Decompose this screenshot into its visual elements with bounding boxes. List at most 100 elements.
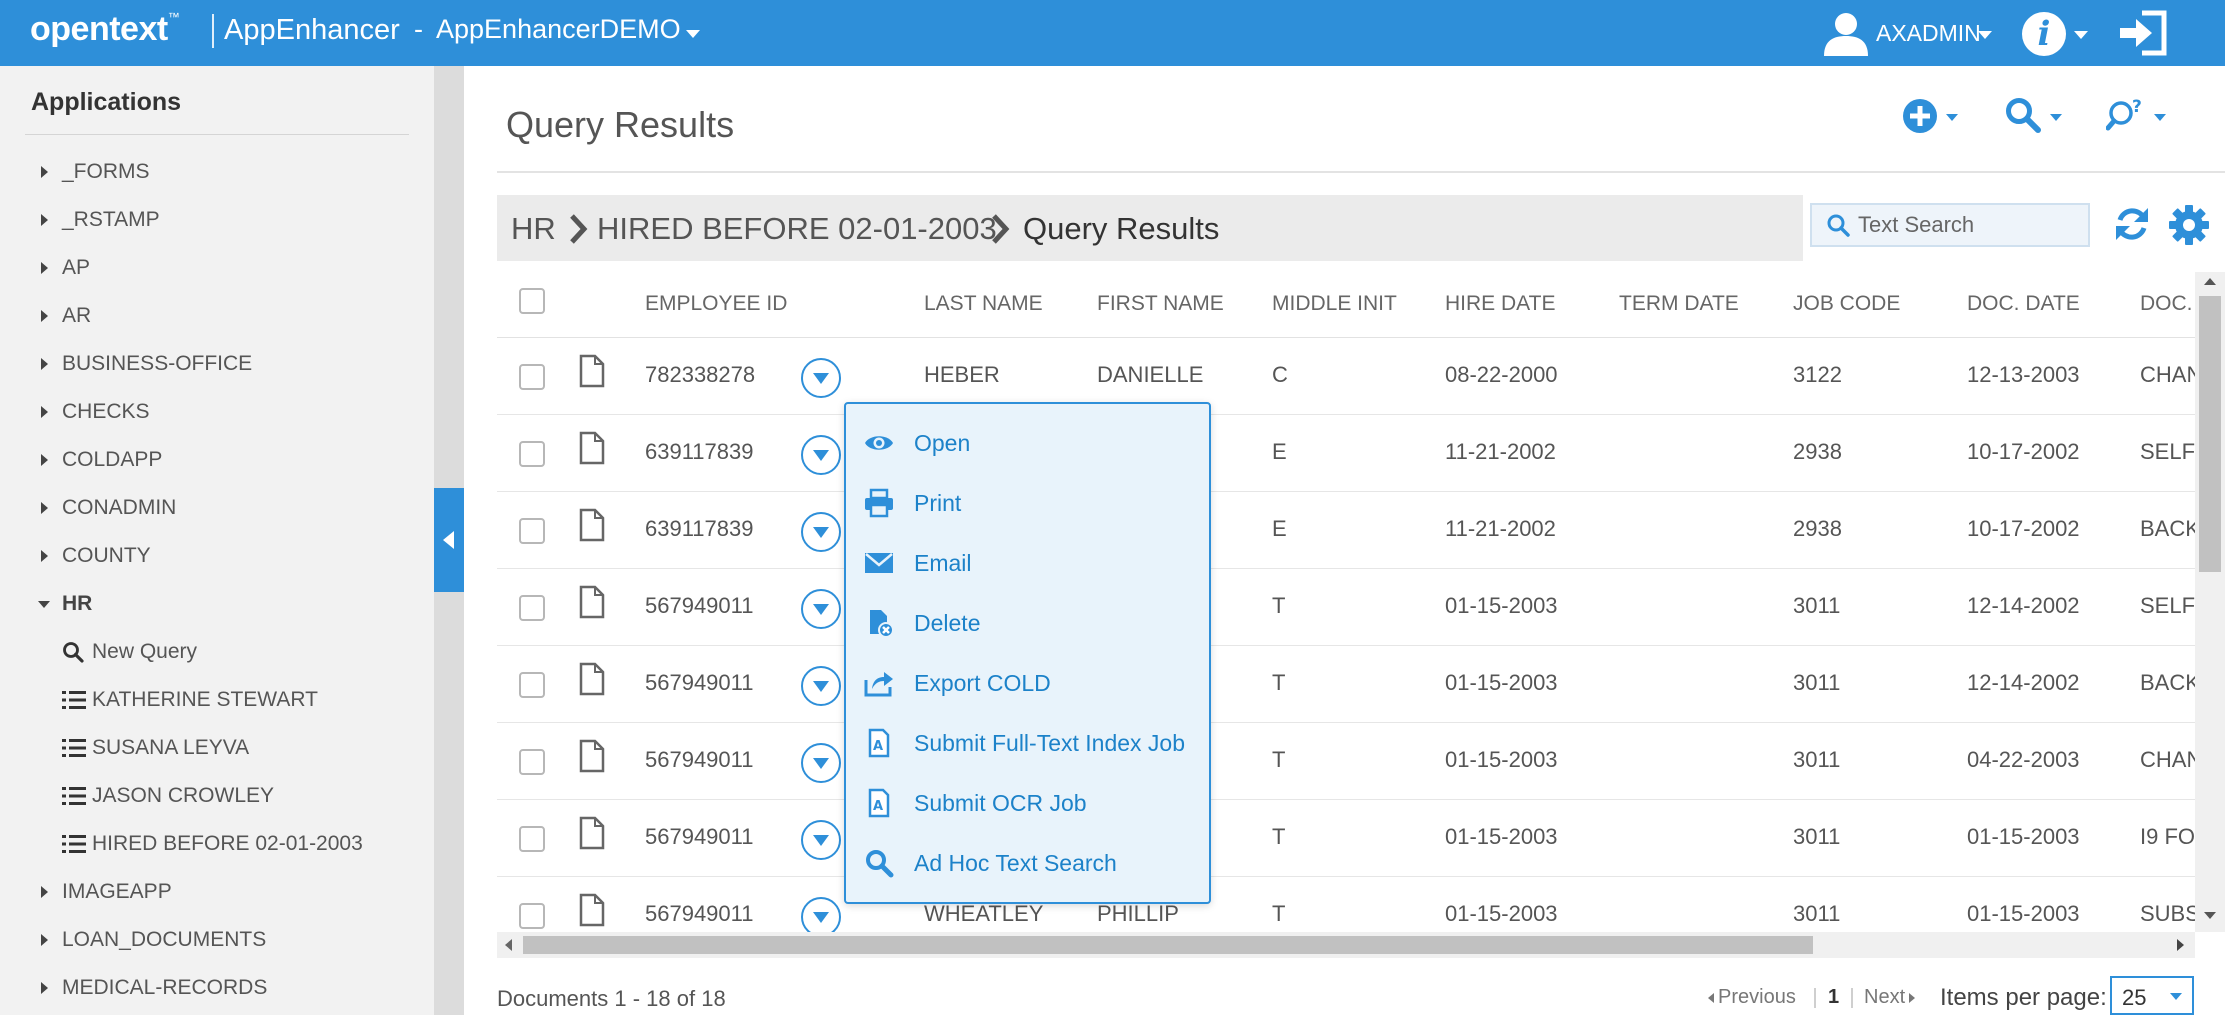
row-checkbox[interactable] (519, 826, 545, 852)
sidebar-item-jason-crowley[interactable]: JASON CROWLEY (0, 778, 420, 814)
document-icon[interactable] (579, 508, 605, 542)
column-header-hire-date[interactable]: HIRE DATE (1445, 292, 1555, 316)
collapse-sidebar-button[interactable] (434, 488, 464, 592)
sidebar-item-imageapp[interactable]: IMAGEAPP (0, 874, 420, 910)
column-header-middle-init[interactable]: MIDDLE INIT (1272, 292, 1397, 316)
sidebar-item-loan-documents[interactable]: LOAN_DOCUMENTS (0, 922, 420, 958)
caret-right-icon[interactable] (41, 550, 48, 562)
column-header-job-code[interactable]: JOB CODE (1793, 292, 1900, 316)
column-header-last-name[interactable]: LAST NAME (924, 292, 1043, 316)
document-icon[interactable] (579, 431, 605, 465)
sidebar-item-ar[interactable]: AR (0, 298, 420, 334)
info-icon[interactable]: i (2022, 12, 2066, 56)
table-row[interactable]: 567949011 T 01-15-2003 3011 12-14-2002 S… (497, 569, 2195, 646)
caret-right-icon[interactable] (41, 406, 48, 418)
user-icon[interactable] (1822, 10, 1870, 56)
sidebar-item-ap[interactable]: AP (0, 250, 420, 286)
row-actions-button[interactable] (801, 435, 841, 475)
app-instance-selector[interactable]: AppEnhancerDEMO (436, 14, 681, 45)
text-search-field[interactable] (1810, 203, 2090, 247)
scroll-left-icon[interactable] (505, 939, 512, 951)
menu-item-email[interactable]: Email (846, 536, 1209, 592)
sidebar-item-rstamp[interactable]: _RSTAMP (0, 202, 420, 238)
caret-right-icon[interactable] (41, 214, 48, 226)
row-checkbox[interactable] (519, 903, 545, 929)
row-checkbox[interactable] (519, 672, 545, 698)
select-all-checkbox[interactable] (519, 288, 545, 314)
menu-item-ad-hoc-text-search[interactable]: Ad Hoc Text Search (846, 836, 1209, 892)
table-row[interactable]: 567949011 T 01-15-2003 3011 01-15-2003 I… (497, 800, 2195, 877)
menu-item-print[interactable]: Print (846, 476, 1209, 532)
menu-item-ocr-job[interactable]: A Submit OCR Job (846, 776, 1209, 832)
sidebar-item-forms[interactable]: _FORMS (0, 154, 420, 190)
column-header-employee-id[interactable]: EMPLOYEE ID (645, 292, 787, 316)
table-row[interactable]: 567949011 WHEATLEY PHILLIP T 01-15-2003 … (497, 877, 2195, 932)
chevron-down-icon[interactable] (686, 30, 700, 38)
previous-page-link[interactable]: Previous (1708, 986, 1796, 1009)
table-row[interactable]: 567949011 T 01-15-2003 3011 12-14-2002 B… (497, 646, 2195, 723)
table-row[interactable]: 782338278 HEBER DANIELLE C 08-22-2000 31… (497, 338, 2195, 415)
menu-item-export-cold[interactable]: Export COLD (846, 656, 1209, 712)
sidebar-item-susana-leyva[interactable]: SUSANA LEYVA (0, 730, 420, 766)
caret-down-icon[interactable] (38, 601, 50, 608)
document-icon[interactable] (579, 739, 605, 773)
breadcrumb-hr[interactable]: HR (511, 211, 556, 247)
scroll-up-icon[interactable] (2204, 278, 2216, 285)
sidebar-item-new-query[interactable]: New Query (0, 634, 420, 670)
table-row[interactable]: 639117839 E 11-21-2002 2938 10-17-2002 B… (497, 492, 2195, 569)
row-actions-button[interactable] (801, 589, 841, 629)
scrollbar-thumb[interactable] (523, 936, 1813, 954)
sidebar-item-medical-records[interactable]: MEDICAL-RECORDS (0, 970, 420, 1006)
items-per-page-select[interactable]: 25 (2110, 976, 2194, 1015)
document-icon[interactable] (579, 662, 605, 696)
document-icon[interactable] (579, 816, 605, 850)
gear-icon[interactable] (2168, 204, 2210, 246)
row-actions-button[interactable] (801, 820, 841, 860)
row-actions-button[interactable] (801, 512, 841, 552)
text-search-input[interactable] (1858, 211, 2078, 239)
caret-right-icon[interactable] (41, 166, 48, 178)
sidebar-item-katherine-stewart[interactable]: KATHERINE STEWART (0, 682, 420, 718)
sidebar-item-county[interactable]: COUNTY (0, 538, 420, 574)
caret-right-icon[interactable] (41, 982, 48, 994)
caret-right-icon[interactable] (41, 262, 48, 274)
sidebar-item-hired-before[interactable]: HIRED BEFORE 02-01-2003 (0, 826, 420, 862)
column-header-first-name[interactable]: FIRST NAME (1097, 292, 1224, 316)
row-checkbox[interactable] (519, 364, 545, 390)
sidebar-item-checks[interactable]: CHECKS (0, 394, 420, 430)
sidebar-item-coldapp[interactable]: COLDAPP (0, 442, 420, 478)
page-number[interactable]: 1 (1828, 986, 1839, 1009)
caret-right-icon[interactable] (41, 454, 48, 466)
table-horizontal-scrollbar[interactable] (497, 932, 2195, 958)
row-checkbox[interactable] (519, 595, 545, 621)
logout-icon[interactable] (2118, 10, 2168, 56)
table-vertical-scrollbar[interactable] (2195, 272, 2225, 932)
menu-item-open[interactable]: Open (846, 416, 1209, 472)
sidebar-item-business-office[interactable]: BUSINESS-OFFICE (0, 346, 420, 382)
scrollbar-thumb[interactable] (2199, 296, 2221, 572)
column-header-doc-type[interactable]: DOC. (2140, 292, 2193, 316)
refresh-icon[interactable] (2112, 204, 2152, 244)
chevron-down-icon[interactable] (1978, 31, 1992, 39)
menu-item-delete[interactable]: Delete (846, 596, 1209, 652)
document-icon[interactable] (579, 893, 605, 927)
column-header-term-date[interactable]: TERM DATE (1619, 292, 1739, 316)
row-actions-button[interactable] (801, 666, 841, 706)
table-row[interactable]: 639117839 E 11-21-2002 2938 10-17-2002 S… (497, 415, 2195, 492)
row-actions-button[interactable] (801, 897, 841, 932)
sidebar-item-conadmin[interactable]: CONADMIN (0, 490, 420, 526)
caret-right-icon[interactable] (41, 886, 48, 898)
scroll-right-icon[interactable] (2177, 939, 2184, 951)
row-checkbox[interactable] (519, 441, 545, 467)
caret-right-icon[interactable] (41, 934, 48, 946)
column-header-doc-date[interactable]: DOC. DATE (1967, 292, 2080, 316)
caret-right-icon[interactable] (41, 310, 48, 322)
next-page-link[interactable]: Next (1864, 986, 1916, 1009)
table-row[interactable]: 567949011 T 01-15-2003 3011 04-22-2003 C… (497, 723, 2195, 800)
row-checkbox[interactable] (519, 518, 545, 544)
breadcrumb-hired-before[interactable]: HIRED BEFORE 02-01-2003 (597, 211, 997, 247)
row-checkbox[interactable] (519, 749, 545, 775)
document-icon[interactable] (579, 354, 605, 388)
caret-right-icon[interactable] (41, 358, 48, 370)
document-icon[interactable] (579, 585, 605, 619)
